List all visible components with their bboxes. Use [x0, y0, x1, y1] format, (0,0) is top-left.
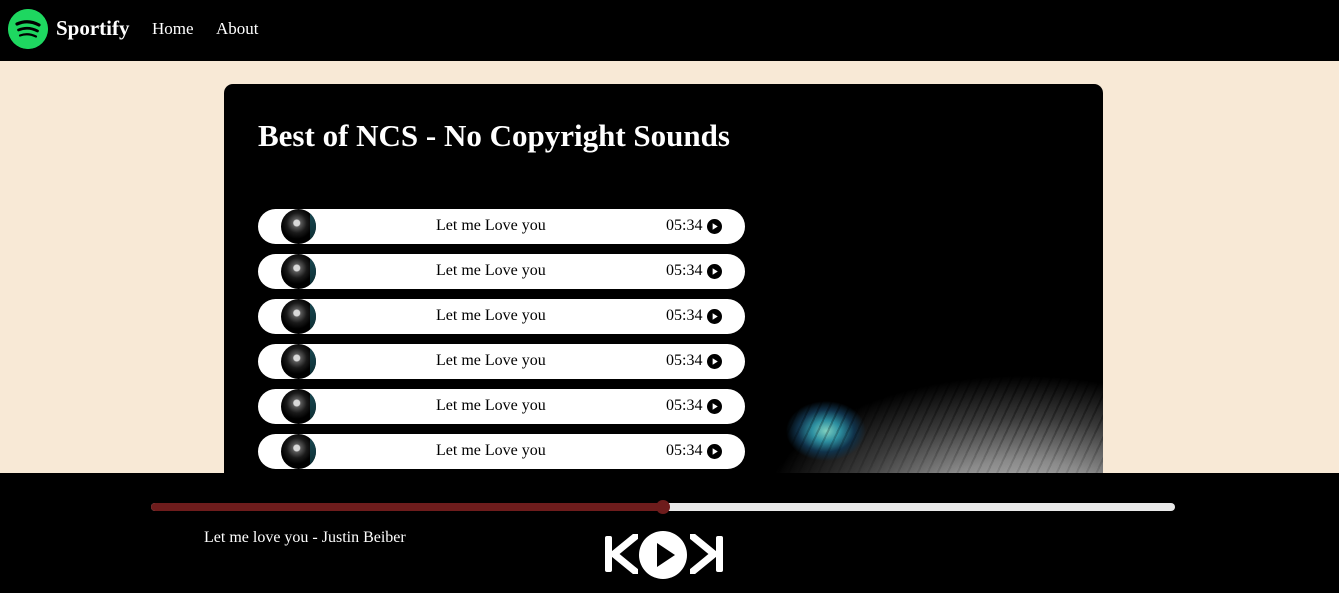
- now-playing-label: Let me love you - Justin Beiber: [204, 529, 406, 546]
- previous-icon[interactable]: [604, 534, 638, 574]
- song-duration: 05:34: [666, 307, 703, 324]
- song-duration: 05:34: [666, 217, 703, 234]
- play-circle-icon[interactable]: [707, 309, 722, 324]
- song-thumbnail: [281, 209, 316, 244]
- brand-name[interactable]: Sportify: [56, 16, 130, 41]
- song-thumbnail: [281, 344, 316, 379]
- play-circle-icon[interactable]: [707, 264, 722, 279]
- song-duration: 05:34: [666, 442, 703, 459]
- progress-bar[interactable]: [151, 500, 1175, 514]
- play-circle-icon[interactable]: [707, 399, 722, 414]
- song-name: Let me Love you: [436, 262, 546, 279]
- next-icon[interactable]: [690, 534, 724, 574]
- song-thumbnail: [281, 254, 316, 289]
- song-item[interactable]: Let me Love you 05:34: [258, 209, 745, 244]
- song-name: Let me Love you: [436, 397, 546, 414]
- playback-controls: [604, 531, 724, 579]
- play-icon[interactable]: [639, 531, 687, 579]
- play-circle-icon[interactable]: [707, 219, 722, 234]
- song-name: Let me Love you: [436, 352, 546, 369]
- song-item[interactable]: Let me Love you 05:34: [258, 254, 745, 289]
- progress-handle[interactable]: [656, 500, 670, 514]
- song-thumbnail: [281, 434, 316, 469]
- song-duration: 05:34: [666, 352, 703, 369]
- nav-home-link[interactable]: Home: [152, 19, 194, 39]
- play-circle-icon[interactable]: [707, 444, 722, 459]
- song-thumbnail: [281, 389, 316, 424]
- song-item[interactable]: Let me Love you 05:34: [258, 344, 745, 379]
- song-item[interactable]: Let me Love you 05:34: [258, 434, 745, 469]
- song-duration: 05:34: [666, 397, 703, 414]
- bottom-player: Let me love you - Justin Beiber: [0, 473, 1339, 593]
- playlist-card: Best of NCS - No Copyright Sounds Let me…: [224, 84, 1103, 504]
- song-thumbnail: [281, 299, 316, 334]
- spotify-logo-icon[interactable]: [8, 9, 48, 49]
- song-list: Let me Love you 05:34 Let me Love you 05…: [258, 209, 745, 479]
- play-circle-icon[interactable]: [707, 354, 722, 369]
- progress-fill: [151, 503, 663, 511]
- song-name: Let me Love you: [436, 442, 546, 459]
- song-item[interactable]: Let me Love you 05:34: [258, 299, 745, 334]
- top-navbar: Sportify Home About: [0, 0, 1339, 61]
- song-name: Let me Love you: [436, 217, 546, 234]
- song-duration: 05:34: [666, 262, 703, 279]
- nav-about-link[interactable]: About: [216, 19, 259, 39]
- song-item[interactable]: Let me Love you 05:34: [258, 389, 745, 424]
- playlist-title: Best of NCS - No Copyright Sounds: [258, 118, 730, 153]
- song-name: Let me Love you: [436, 307, 546, 324]
